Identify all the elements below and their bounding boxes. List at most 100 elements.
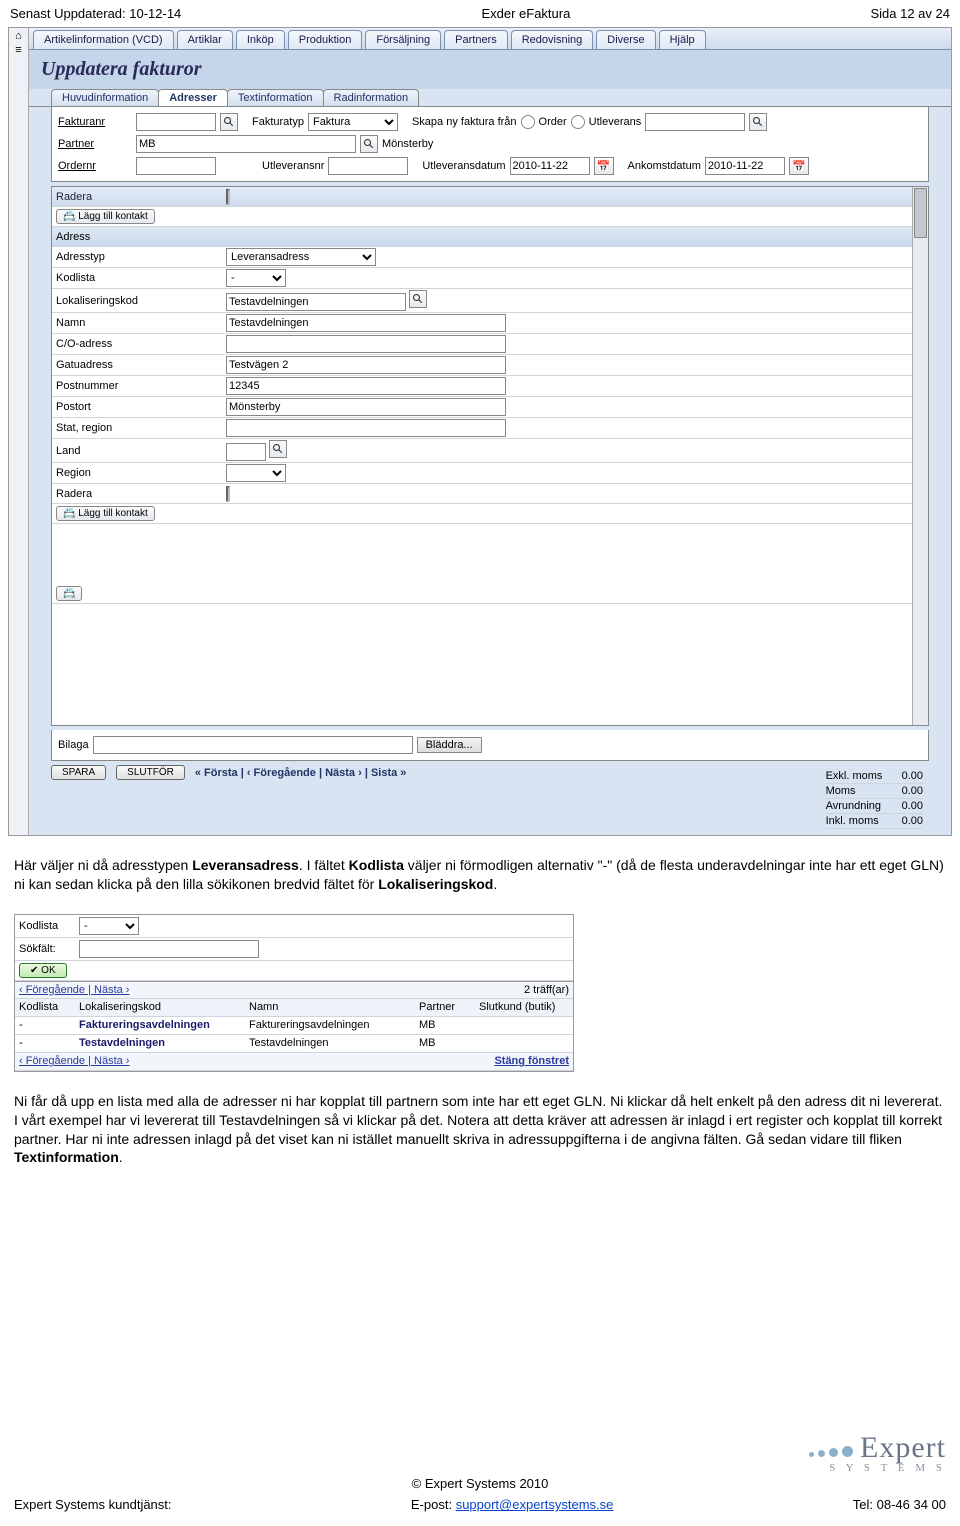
header-center: Exder eFaktura xyxy=(481,6,570,21)
copyright: © Expert Systems 2010 xyxy=(14,1476,946,1491)
fakturatyp-label: Fakturatyp xyxy=(252,116,304,128)
adress-header: Adress xyxy=(56,231,226,243)
magnify-icon[interactable] xyxy=(220,113,238,131)
field-select[interactable] xyxy=(226,464,286,482)
magnify-icon[interactable] xyxy=(360,135,378,153)
fakturatyp-select[interactable]: Faktura xyxy=(308,113,398,131)
magnify-icon[interactable] xyxy=(269,440,287,458)
top-tab[interactable]: Produktion xyxy=(288,30,363,49)
action-bar: SPARA SLUTFÖR « Första | ‹ Föregående | … xyxy=(51,765,929,780)
sub-tabbar: HuvudinformationAdresserTextinformationR… xyxy=(29,89,951,107)
slutfor-button[interactable]: SLUTFÖR xyxy=(116,765,185,780)
form-area: Fakturanr Fakturatyp Faktura Skapa ny fa… xyxy=(51,107,929,182)
magnify-icon[interactable] xyxy=(749,113,767,131)
grid-row: Land xyxy=(52,439,912,463)
field-label: Stat, region xyxy=(56,422,226,434)
sub-tab[interactable]: Huvudinformation xyxy=(51,89,159,106)
totals-box: Exkl. moms0.00Moms0.00Avrundning0.00Inkl… xyxy=(826,769,923,829)
home-icon[interactable]: ⌂ xyxy=(12,30,26,42)
field-input[interactable] xyxy=(226,443,266,461)
field-label: C/O-adress xyxy=(56,338,226,350)
popup-kodlista-select[interactable]: - xyxy=(79,917,139,935)
top-tab[interactable]: Hjälp xyxy=(659,30,706,49)
sub-tab[interactable]: Radinformation xyxy=(323,89,420,106)
utleveransnr-label: Utleveransnr xyxy=(262,160,324,172)
bilaga-row: Bilaga Bläddra... xyxy=(51,730,929,761)
sub-tab[interactable]: Textinformation xyxy=(227,89,324,106)
totals-row: Avrundning0.00 xyxy=(826,799,923,814)
field-label: Radera xyxy=(56,488,226,500)
field-input[interactable] xyxy=(226,419,506,437)
field-input[interactable] xyxy=(226,293,406,311)
field-check[interactable] xyxy=(226,486,230,502)
popup-nav[interactable]: ‹ Föregående | Nästa › xyxy=(19,984,524,996)
partner-name: Mönsterby xyxy=(382,138,433,150)
add-contact-button[interactable]: 📇 xyxy=(56,586,82,601)
field-input[interactable] xyxy=(226,314,506,332)
utleveransdatum-input[interactable] xyxy=(510,157,590,175)
field-input[interactable] xyxy=(226,356,506,374)
top-tab[interactable]: Artikelinformation (VCD) xyxy=(33,30,174,49)
grid-row: AdresstypLeveransadress xyxy=(52,247,912,268)
field-select[interactable]: Leveransadress xyxy=(226,248,376,266)
radio-utleverans[interactable] xyxy=(571,115,585,129)
fakturanr-input[interactable] xyxy=(136,113,216,131)
grid-row: Postort xyxy=(52,397,912,418)
sub-tab[interactable]: Adresser xyxy=(158,89,228,106)
footer-left: Expert Systems kundtjänst: xyxy=(14,1497,172,1512)
page-title: Uppdatera fakturor xyxy=(29,50,951,89)
browse-button[interactable]: Bläddra... xyxy=(417,737,482,753)
ok-button[interactable]: ✔ OK xyxy=(19,963,67,978)
skapa-input[interactable] xyxy=(645,113,745,131)
totals-row: Moms0.00 xyxy=(826,784,923,799)
page-header: Senast Uppdaterad: 10-12-14 Exder eFaktu… xyxy=(0,0,960,23)
scrollbar[interactable] xyxy=(912,187,928,725)
bilaga-label: Bilaga xyxy=(58,739,89,751)
field-input[interactable] xyxy=(226,335,506,353)
calendar-icon[interactable]: 📅 xyxy=(789,157,809,175)
utleveransnr-input[interactable] xyxy=(328,157,408,175)
radera-check[interactable] xyxy=(226,189,230,205)
field-input[interactable] xyxy=(226,398,506,416)
top-tab[interactable]: Diverse xyxy=(596,30,655,49)
popup-data-row[interactable]: -FaktureringsavdelningenFaktureringsavde… xyxy=(15,1017,573,1035)
popup-sokfalt-input[interactable] xyxy=(79,940,259,958)
magnify-icon[interactable] xyxy=(409,290,427,308)
spara-button[interactable]: SPARA xyxy=(51,765,106,780)
ankomstdatum-label: Ankomstdatum xyxy=(628,160,701,172)
totals-row: Exkl. moms0.00 xyxy=(826,769,923,784)
grid-row: C/O-adress xyxy=(52,334,912,355)
top-tab[interactable]: Artiklar xyxy=(177,30,233,49)
bilaga-input[interactable] xyxy=(93,736,413,754)
radio-order[interactable] xyxy=(521,115,535,129)
ordernr-input[interactable] xyxy=(136,157,216,175)
top-tab[interactable]: Försäljning xyxy=(365,30,441,49)
close-popup-link[interactable]: Stäng fönstret xyxy=(494,1055,569,1067)
rows-icon[interactable]: ≡ xyxy=(12,44,26,56)
add-contact-button[interactable]: 📇 Lägg till kontakt xyxy=(56,506,155,521)
utleverans-opt-label: Utleverans xyxy=(589,116,642,128)
add-contact-button[interactable]: 📇 Lägg till kontakt xyxy=(56,209,155,224)
field-label: Lokaliseringskod xyxy=(56,295,226,307)
popup-data-row[interactable]: -TestavdelningenTestavdelningenMB xyxy=(15,1035,573,1053)
partner-input[interactable] xyxy=(136,135,356,153)
top-tab[interactable]: Inköp xyxy=(236,30,285,49)
field-label: Postnummer xyxy=(56,380,226,392)
popup-header-row: Kodlista Lokaliseringskod Namn Partner S… xyxy=(15,999,573,1017)
field-label: Kodlista xyxy=(56,272,226,284)
top-tab[interactable]: Redovisning xyxy=(511,30,594,49)
ankomstdatum-input[interactable] xyxy=(705,157,785,175)
field-input[interactable] xyxy=(226,377,506,395)
popup-nav[interactable]: ‹ Föregående | Nästa › xyxy=(19,1055,494,1067)
grid-row: 📇 Lägg till kontakt xyxy=(52,504,912,524)
grid-row: Lokaliseringskod xyxy=(52,289,912,313)
top-tab[interactable]: Partners xyxy=(444,30,508,49)
expert-systems-logo: Expert S Y S T E M S xyxy=(808,1433,946,1474)
calendar-icon[interactable]: 📅 xyxy=(594,157,614,175)
support-email-link[interactable]: support@expertsystems.se xyxy=(456,1497,614,1512)
kodlista-popup: Kodlista - Sökfält: ✔ OK ‹ Föregående | … xyxy=(14,914,574,1072)
field-select[interactable]: - xyxy=(226,269,286,287)
record-nav[interactable]: « Första | ‹ Föregående | Nästa › | Sist… xyxy=(195,767,407,779)
fakturanr-label: Fakturanr xyxy=(58,116,132,128)
totals-row: Inkl. moms0.00 xyxy=(826,814,923,829)
